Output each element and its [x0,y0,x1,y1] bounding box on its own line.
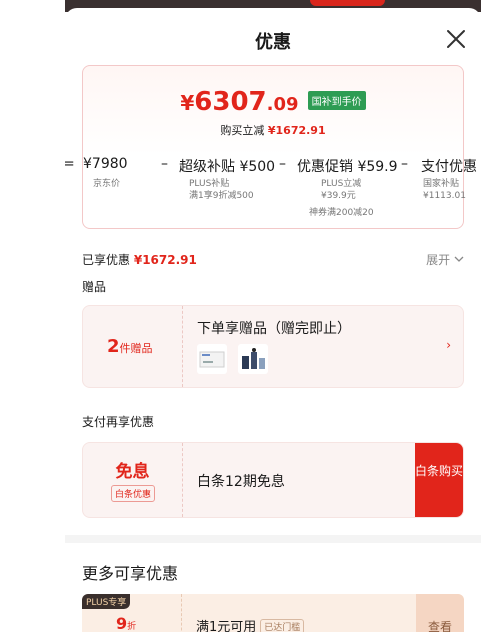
reduce-label: 购买立减 [220,124,265,137]
gift-card-image [199,351,225,368]
formula-pay-sub1: 国家补贴 [423,179,460,189]
op-minus-1: – [161,156,168,172]
formula-jd-sub: 京东价 [93,179,121,189]
coupon-condition-text: 满1元可用 [196,620,257,632]
price-decimal: .09 [266,94,299,115]
gift-thumb-devices[interactable] [238,344,269,374]
more-discounts-title: 更多可享优惠 [82,564,179,583]
baitiao-card[interactable]: 免息 白条优惠 白条12期免息 白条购买 [82,442,464,518]
section-divider [65,535,481,543]
chevron-right-icon: › [446,338,451,352]
price-integer: 6307 [194,87,267,117]
gift-thumbnails [197,344,274,374]
close-icon[interactable] [443,26,469,52]
gift-devices-image [242,348,266,369]
price-currency: ¥ [180,91,195,115]
op-minus-2: – [279,156,286,172]
gift-count-panel: 2件赠品 [83,306,183,387]
formula-promo-sub3: 神券满200减20 [309,208,374,218]
discount-unit: 折 [127,622,137,632]
price-formula: = ¥7980 京东价 – 超级补贴 ¥500 PLUS补贴 满1享9折减500… [65,156,481,236]
final-price: ¥6307.09 国补到手价 [83,87,463,117]
formula-promo: 优惠促销 ¥59.9 [297,159,398,175]
formula-jd-price: ¥7980 [83,156,128,172]
payment-section-label: 支付再享优惠 [82,415,155,429]
baitiao-installment-text: 白条12期免息 [197,474,285,490]
op-minus-3: – [401,156,408,172]
sheet-title: 优惠 [255,32,291,53]
discount-number: 9 [116,614,128,632]
coupon-view-button[interactable]: 查看 [416,594,464,632]
formula-pay-sub2: ¥1113.01 [423,191,466,201]
coupon-discount: 9折 [116,614,136,632]
enjoyed-discount: 已享优惠 ¥1672.91 [82,251,197,268]
baitiao-buy-button[interactable]: 白条购买 [415,443,463,517]
coupon-condition: 满1元可用 已达门槛 [196,616,305,632]
formula-promo-sub1: PLUS立减 [321,179,362,189]
baitiao-tag: 白条优惠 [111,485,156,502]
expand-label: 展开 [426,253,451,267]
gift-count-suffix: 件赠品 [119,342,153,355]
reduce-value: ¥1672.91 [267,124,326,137]
gift-card[interactable]: 2件赠品 下单享赠品（赠完即止） › [82,305,464,388]
threshold-chip: 已达门槛 [260,619,305,632]
gift-thumb-card[interactable] [197,344,227,374]
gift-count-number: 2 [107,336,120,357]
reduce-line: 购买立减 ¥1672.91 [83,122,463,138]
gifts-section-label: 赠品 [82,280,107,294]
interest-free-label: 免息 [115,462,150,482]
formula-super-sub2: 满1享9折减500 [189,191,254,201]
plus-exclusive-badge: PLUS专享 [82,594,131,609]
coupon-left-panel: PLUS专享 9折 [82,594,182,632]
gift-count: 2件赠品 [107,336,153,357]
plus-coupon[interactable]: PLUS专享 9折 满1元可用 已达门槛 查看 [82,594,464,632]
formula-promo-sub2: ¥39.9元 [321,191,356,201]
subsidy-price-tag: 国补到手价 [307,91,366,110]
formula-pay: 支付优惠 [421,159,477,175]
enjoyed-value: ¥1672.91 [133,253,197,267]
background-red-banner [310,0,385,6]
expand-button[interactable]: 展开 [426,251,464,268]
op-equals: = [65,156,75,172]
gift-title: 下单享赠品（赠完即止） [197,321,351,337]
enjoyed-label: 已享优惠 [82,253,131,267]
baitiao-left-panel: 免息 白条优惠 [83,443,183,517]
discount-sheet: 优惠 ¥6307.09 国补到手价 购买立减 ¥1672.91 = ¥7980 … [65,8,481,632]
formula-super-sub1: PLUS补贴 [189,179,230,189]
formula-super-subsidy: 超级补贴 ¥500 [179,159,276,175]
chevron-down-icon [454,256,464,262]
